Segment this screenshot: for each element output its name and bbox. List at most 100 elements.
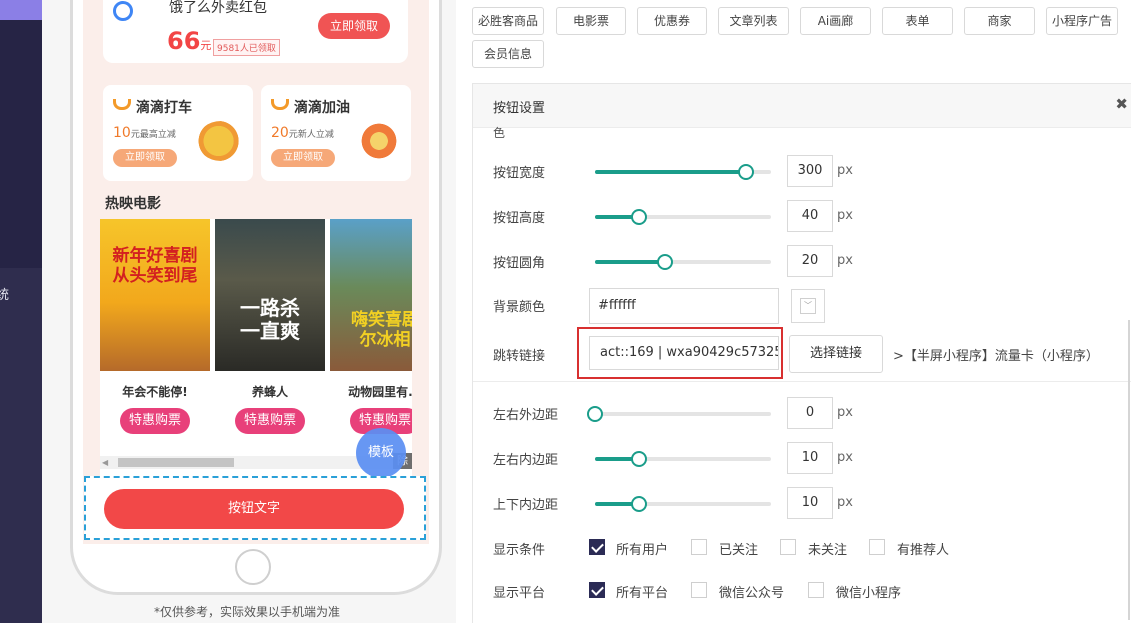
didi-taxi-claim-button[interactable]: 立即领取 bbox=[113, 149, 177, 167]
now-showing-title: 热映电影 bbox=[105, 196, 161, 212]
margin-lr-input[interactable]: 0 bbox=[787, 397, 833, 429]
tag-member-info[interactable]: 会员信息 bbox=[472, 40, 544, 68]
checkbox-box[interactable] bbox=[808, 582, 824, 598]
poster-caption: 一路杀 一直爽 bbox=[240, 296, 300, 343]
template-fab-button[interactable]: 模板 bbox=[356, 428, 406, 478]
close-icon[interactable]: ✖ bbox=[1115, 95, 1128, 113]
checkbox-label: 所有平台 bbox=[616, 586, 669, 601]
movie-poster[interactable]: 一路杀 一直爽 bbox=[215, 219, 325, 371]
movie-poster[interactable]: 新年好喜剧 从头笑到尾 bbox=[100, 219, 210, 371]
color-picker-button[interactable]: ﹀ bbox=[791, 289, 825, 323]
bg-color-label: 背景颜色 bbox=[493, 300, 546, 315]
width-label: 按钮宽度 bbox=[493, 166, 546, 181]
height-unit: px bbox=[837, 208, 853, 223]
movie-card[interactable]: 嗨笑喜剧 尔冰相 动物园里有... 特惠购票 bbox=[330, 219, 412, 434]
select-link-button[interactable]: 选择链接 bbox=[789, 335, 883, 373]
checkbox-box[interactable] bbox=[589, 539, 605, 555]
movie-poster[interactable]: 嗨笑喜剧 尔冰相 bbox=[330, 219, 412, 371]
phone-home-button bbox=[235, 549, 271, 585]
checkbox-box[interactable] bbox=[691, 539, 707, 555]
settings-panel: 必胜客商品 电影票 优惠券 文章列表 Ai画廊 表单 商家 小程序广告 会员信息… bbox=[456, 0, 1131, 623]
slider-handle[interactable] bbox=[738, 164, 755, 180]
padding-tb-input[interactable]: 10 bbox=[787, 487, 833, 519]
eleme-logo-icon bbox=[113, 1, 133, 21]
radius-input[interactable]: 20 bbox=[787, 245, 833, 277]
sidebar-menu-block bbox=[0, 20, 42, 268]
buy-ticket-button[interactable]: 特惠购票 bbox=[235, 408, 305, 434]
padding-tb-unit: px bbox=[837, 495, 853, 510]
bg-color-input[interactable]: #ffffff bbox=[589, 288, 779, 324]
padding-tb-slider[interactable] bbox=[595, 496, 771, 512]
padding-lr-input[interactable]: 10 bbox=[787, 442, 833, 474]
radius-label: 按钮圆角 bbox=[493, 256, 546, 271]
didi-taxi-coupon-card[interactable]: 滴滴打车 10元最高立减 立即领取 bbox=[103, 85, 253, 181]
checkbox-box[interactable] bbox=[780, 539, 796, 555]
tag-coupon[interactable]: 优惠券 bbox=[637, 7, 707, 35]
left-sidebar: 统 bbox=[0, 0, 42, 623]
didi-taxi-offer: 10元最高立减 bbox=[113, 125, 176, 141]
coupon-claimed-badge: 9581人已领取 bbox=[213, 39, 280, 56]
padding-lr-unit: px bbox=[837, 450, 853, 465]
checkbox-box[interactable] bbox=[691, 582, 707, 598]
tag-merchant[interactable]: 商家 bbox=[964, 7, 1035, 35]
padding-lr-slider[interactable] bbox=[595, 451, 771, 467]
radius-slider[interactable] bbox=[595, 254, 771, 270]
coupon-amount: 66元 bbox=[167, 27, 212, 55]
margin-lr-label: 左右外边距 bbox=[493, 408, 559, 423]
checkbox-label: 微信小程序 bbox=[836, 586, 902, 601]
button-preview[interactable]: 按钮文字 bbox=[104, 489, 404, 529]
buy-ticket-button[interactable]: 特惠购票 bbox=[120, 408, 190, 434]
height-input[interactable]: 40 bbox=[787, 200, 833, 232]
height-slider[interactable] bbox=[595, 209, 771, 225]
checkbox-label: 未关注 bbox=[808, 543, 848, 558]
didi-fuel-title: 滴滴加油 bbox=[271, 97, 350, 117]
margin-lr-slider[interactable] bbox=[587, 406, 771, 422]
slider-handle[interactable] bbox=[631, 209, 647, 225]
tag-ai-gallery[interactable]: Ai画廊 bbox=[800, 7, 871, 35]
checkbox-label: 所有用户 bbox=[616, 543, 669, 558]
width-unit: px bbox=[837, 163, 853, 178]
slider-handle[interactable] bbox=[631, 496, 647, 512]
sidebar-active-item[interactable] bbox=[0, 0, 42, 20]
scrollbar-thumb[interactable] bbox=[118, 458, 234, 467]
movie-title: 养蜂人 bbox=[251, 385, 288, 399]
padding-lr-label: 左右内边距 bbox=[493, 453, 559, 468]
radius-unit: px bbox=[837, 253, 853, 268]
scroll-left-arrow-icon[interactable]: ◀ bbox=[102, 458, 108, 467]
sidebar-item-partial-label[interactable]: 统 bbox=[0, 284, 9, 303]
width-input[interactable]: 300 bbox=[787, 155, 833, 187]
show-platform-label: 显示平台 bbox=[493, 586, 546, 601]
link-label: 跳转链接 bbox=[493, 349, 546, 364]
section-divider bbox=[473, 381, 1131, 382]
tag-movie-ticket[interactable]: 电影票 bbox=[556, 7, 626, 35]
padding-tb-label: 上下内边距 bbox=[493, 498, 559, 513]
link-input-highlight: act::169 | wxa90429c57325c bbox=[577, 327, 783, 379]
checkbox-box[interactable] bbox=[589, 582, 605, 598]
coupon-claim-button[interactable]: 立即领取 bbox=[318, 13, 390, 39]
preview-disclaimer: *仅供参考，实际效果以手机端为准 bbox=[153, 605, 340, 619]
link-input[interactable]: act::169 | wxa90429c57325c bbox=[589, 336, 779, 370]
width-slider[interactable] bbox=[595, 164, 771, 180]
slider-handle[interactable] bbox=[657, 254, 674, 270]
didi-fuel-claim-button[interactable]: 立即领取 bbox=[271, 149, 335, 167]
checkbox-box[interactable] bbox=[869, 539, 885, 555]
panel-scrollbar[interactable] bbox=[1128, 320, 1130, 620]
margin-lr-unit: px bbox=[837, 405, 853, 420]
didi-fuel-coupon-card[interactable]: 滴滴加油 20元新人立减 立即领取 bbox=[261, 85, 411, 181]
didi-taxi-title: 滴滴打车 bbox=[113, 97, 192, 117]
phone-preview-area: 饿了么外卖红包 66元 9581人已领取 立即领取 滴滴打车 10元最高立减 立… bbox=[42, 0, 456, 623]
tag-form[interactable]: 表单 bbox=[882, 7, 953, 35]
tag-miniprogram-ad[interactable]: 小程序广告 bbox=[1046, 7, 1118, 35]
tag-pizzahut-products[interactable]: 必胜客商品 bbox=[472, 7, 544, 35]
checkbox-label: 已关注 bbox=[719, 543, 759, 558]
selected-button-component[interactable]: 按钮文字 bbox=[84, 476, 426, 540]
eleme-coupon-card[interactable]: 饿了么外卖红包 66元 9581人已领取 立即领取 bbox=[103, 0, 408, 63]
slider-handle[interactable] bbox=[587, 406, 603, 422]
tag-article-list[interactable]: 文章列表 bbox=[718, 7, 789, 35]
movie-card[interactable]: 一路杀 一直爽 养蜂人 特惠购票 bbox=[215, 219, 325, 434]
taxi-car-icon bbox=[197, 121, 245, 161]
movie-card[interactable]: 新年好喜剧 从头笑到尾 年会不能停! 特惠购票 bbox=[100, 219, 210, 434]
slider-handle[interactable] bbox=[631, 451, 647, 467]
slider-fill bbox=[595, 170, 747, 174]
chevron-down-icon: ﹀ bbox=[800, 298, 816, 314]
